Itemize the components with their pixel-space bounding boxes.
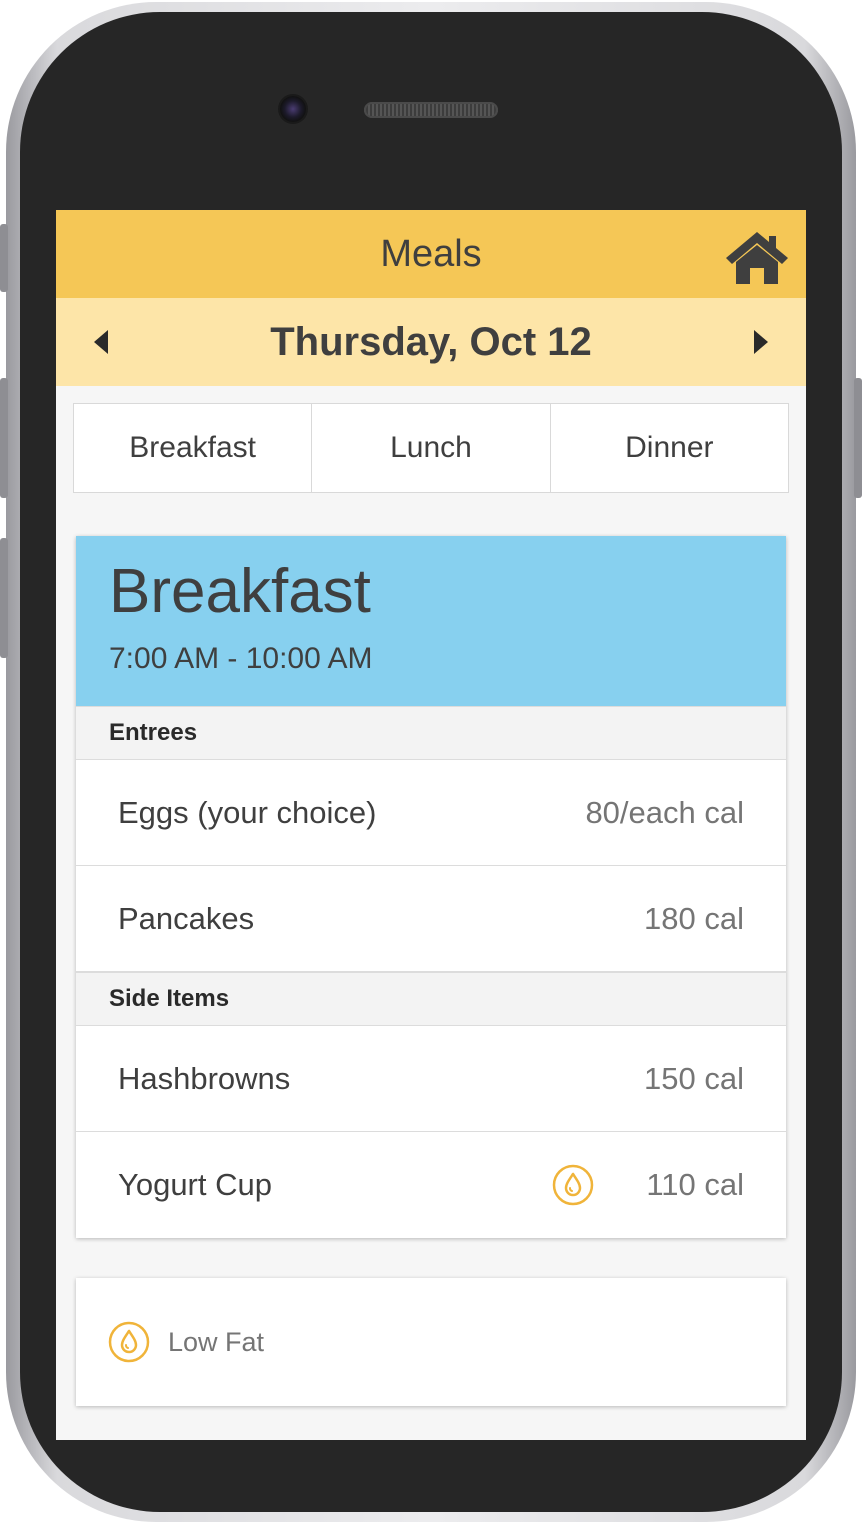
current-date: Thursday, Oct 12 xyxy=(270,319,592,364)
menu-item-name: Pancakes xyxy=(118,900,255,936)
date-navigator: Thursday, Oct 12 xyxy=(56,298,806,386)
earpiece-speaker xyxy=(364,102,498,118)
legend-card: Low Fat xyxy=(76,1278,786,1406)
menu-item[interactable]: Eggs (your choice) 80/each cal xyxy=(76,760,786,866)
menu-item-calories: 180 cal xyxy=(644,900,744,936)
menu-item-calories: 150 cal xyxy=(644,1060,744,1096)
meal-hours: 7:00 AM - 10:00 AM xyxy=(109,642,373,675)
low-fat-drop-icon xyxy=(108,1321,150,1363)
section-header-side-items: Side Items xyxy=(76,972,786,1026)
menu-item[interactable]: Yogurt Cup 110 cal xyxy=(76,1132,786,1238)
meal-title: Breakfast xyxy=(109,557,371,626)
side-button-volume-down xyxy=(0,538,8,658)
legend-label: Low Fat xyxy=(168,1326,265,1357)
menu-item[interactable]: Hashbrowns 150 cal xyxy=(76,1026,786,1132)
caret-right-icon[interactable] xyxy=(748,328,772,356)
menu-item-name: Yogurt Cup xyxy=(118,1167,272,1202)
side-button-power xyxy=(854,378,862,498)
meal-card-header: Breakfast 7:00 AM - 10:00 AM xyxy=(76,536,786,706)
menu-item-calories: 110 cal xyxy=(646,1167,744,1202)
front-camera xyxy=(280,96,306,122)
low-fat-drop-icon xyxy=(553,1164,594,1206)
section-header-entrees: Entrees xyxy=(76,706,786,760)
meal-card: Breakfast 7:00 AM - 10:00 AM Entrees Egg… xyxy=(76,536,786,1238)
tab-breakfast[interactable]: Breakfast xyxy=(74,404,311,492)
tab-lunch[interactable]: Lunch xyxy=(311,404,549,492)
home-icon[interactable] xyxy=(724,230,790,286)
menu-item-calories: 80/each cal xyxy=(585,794,744,830)
caret-left-icon[interactable] xyxy=(90,328,114,356)
menu-item[interactable]: Pancakes 180 cal xyxy=(76,866,786,972)
app-header: Meals xyxy=(56,210,806,298)
tab-dinner[interactable]: Dinner xyxy=(549,404,788,492)
app-screen: Meals Thursday, Oct 12 Breakfast Lunch D… xyxy=(56,210,806,1440)
page-title: Meals xyxy=(380,232,482,275)
menu-item-name: Hashbrowns xyxy=(118,1060,291,1096)
side-button-mute xyxy=(0,224,8,292)
menu-item-name: Eggs (your choice) xyxy=(118,794,377,830)
meal-tabs: Breakfast Lunch Dinner xyxy=(73,403,789,493)
side-button-volume-up xyxy=(0,378,8,498)
